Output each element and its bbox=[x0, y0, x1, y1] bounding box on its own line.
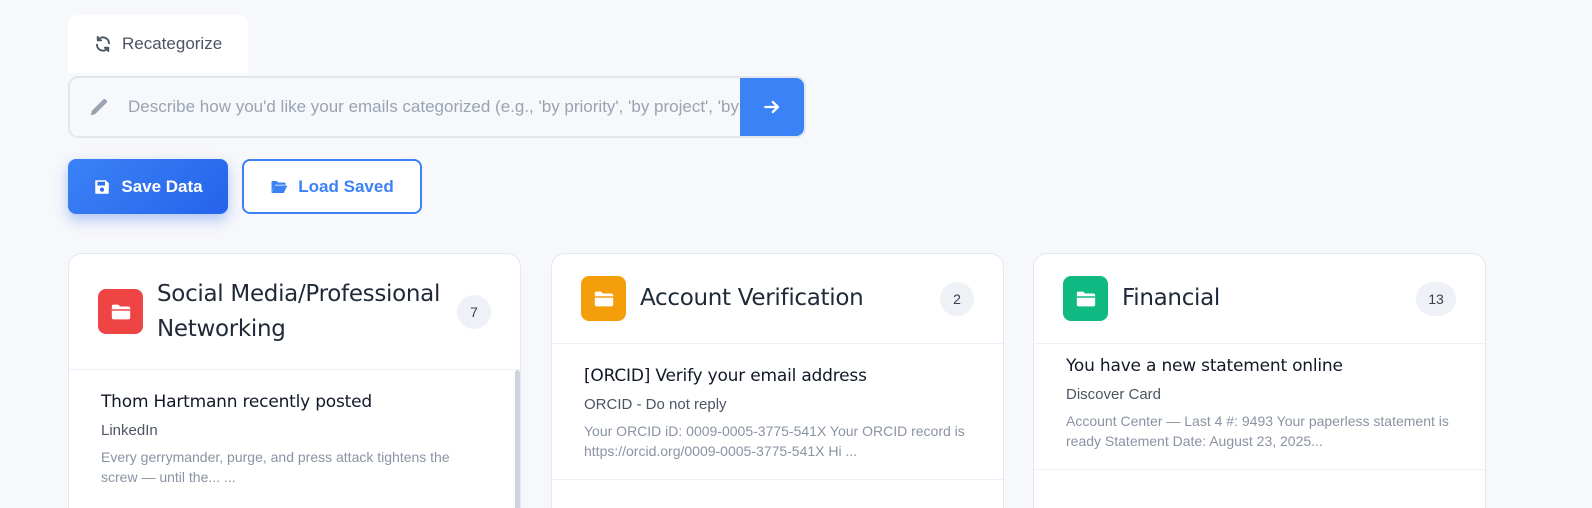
app-root: Recategorize Save Data Load Saved bbox=[0, 0, 1592, 508]
floppy-disk-icon bbox=[95, 179, 110, 194]
email-count-badge: 2 bbox=[940, 281, 974, 316]
category-card-account-verification: Account Verification 2 [ORCID] Verify yo… bbox=[551, 253, 1004, 508]
email-count-badge: 7 bbox=[457, 294, 491, 329]
pencil-icon bbox=[70, 96, 128, 118]
email-snippet: Every gerrymander, purge, and press atta… bbox=[101, 449, 450, 485]
scrollbar[interactable] bbox=[515, 370, 520, 508]
email-sender: LinkedIn bbox=[101, 422, 158, 439]
folder-icon bbox=[1063, 276, 1108, 321]
category-header[interactable]: Account Verification 2 bbox=[552, 254, 1003, 344]
category-title: Account Verification bbox=[640, 285, 864, 311]
category-header[interactable]: Financial 13 bbox=[1034, 254, 1485, 344]
email-count-badge: 13 bbox=[1416, 281, 1456, 316]
category-title: Financial bbox=[1122, 285, 1221, 311]
category-title: Social Media/Professional Networking bbox=[157, 280, 441, 342]
email-sender: ORCID - Do not reply bbox=[584, 396, 727, 413]
folder-icon bbox=[581, 276, 626, 321]
email-item[interactable]: Thom Hartmann recently posted LinkedIn E… bbox=[69, 370, 520, 487]
email-item[interactable]: You have a new statement online Discover… bbox=[1034, 344, 1485, 451]
categorize-prompt-bar bbox=[68, 76, 806, 138]
arrow-right-icon bbox=[764, 100, 779, 114]
categorize-prompt-input[interactable] bbox=[128, 78, 740, 136]
email-item[interactable]: [ORCID] Verify your email address ORCID … bbox=[552, 344, 1003, 461]
save-data-button[interactable]: Save Data bbox=[68, 159, 228, 214]
load-saved-label: Load Saved bbox=[298, 176, 394, 196]
email-subject: Thom Hartmann recently posted bbox=[101, 392, 372, 412]
save-data-label: Save Data bbox=[121, 176, 203, 196]
category-card-financial: Financial 13 You have a new statement on… bbox=[1033, 253, 1486, 508]
folder-icon bbox=[98, 289, 143, 334]
email-sender: Discover Card bbox=[1066, 386, 1162, 403]
divider bbox=[552, 479, 1003, 480]
email-subject: You have a new statement online bbox=[1066, 356, 1343, 376]
load-saved-button[interactable]: Load Saved bbox=[242, 159, 422, 214]
category-card-social-media: Social Media/Professional Networking 7 T… bbox=[68, 253, 521, 508]
email-snippet: Your ORCID iD: 0009-0005-3775-541X Your … bbox=[584, 423, 965, 459]
folder-open-icon bbox=[271, 180, 288, 193]
divider bbox=[1034, 469, 1485, 470]
submit-arrow-button[interactable] bbox=[740, 78, 804, 136]
email-subject: [ORCID] Verify your email address bbox=[584, 366, 867, 386]
email-snippet: Account Center — Last 4 #: 9493 Your pap… bbox=[1066, 413, 1449, 449]
recategorize-tab[interactable]: Recategorize bbox=[68, 15, 248, 73]
recategorize-label: Recategorize bbox=[122, 34, 223, 53]
refresh-icon bbox=[96, 35, 110, 53]
category-header[interactable]: Social Media/Professional Networking 7 bbox=[69, 254, 520, 370]
